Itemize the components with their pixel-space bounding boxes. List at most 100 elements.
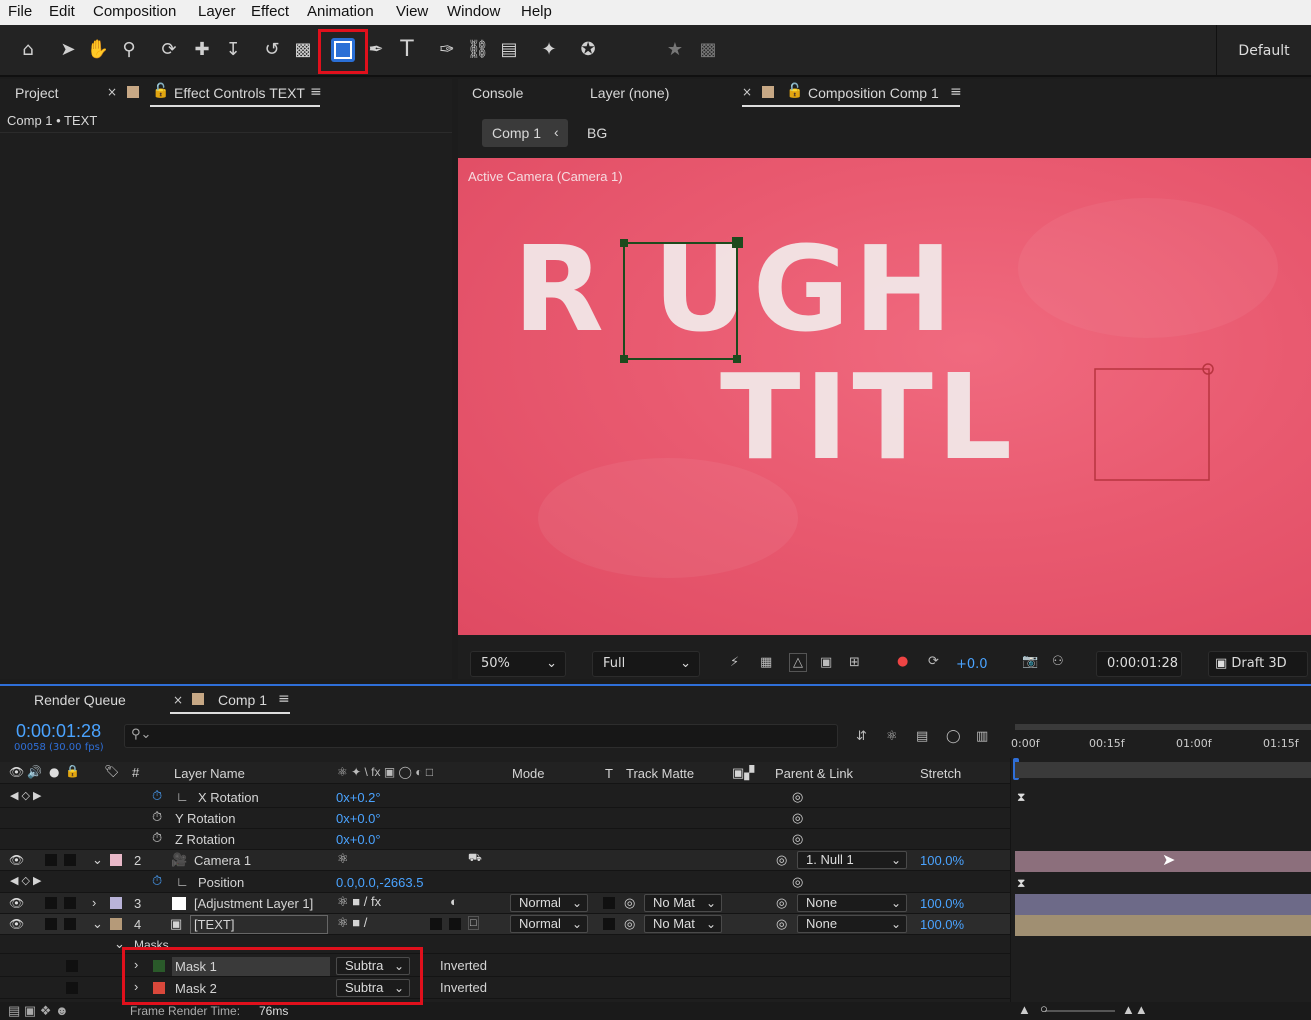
motion-blur-icon[interactable]: ◯ [946, 729, 961, 744]
pickwhip-icon[interactable]: ◎ [624, 916, 635, 932]
stretch-value[interactable]: 100.0% [920, 917, 964, 932]
parent-dropdown[interactable]: 1. Null 1 ⌄ [797, 851, 907, 869]
mask-2-path[interactable] [1094, 368, 1210, 481]
pickwhip-icon[interactable]: ◎ [792, 810, 803, 826]
layer-row-adjustment[interactable]: 👁 › 3 [Adjustment Layer 1] ⚛ ■ / fx ◐ No… [0, 893, 1010, 914]
solo-toggle[interactable] [45, 897, 57, 909]
layer-color-label[interactable] [110, 918, 122, 930]
layer-name[interactable]: [Adjustment Layer 1] [194, 896, 313, 911]
label-icon[interactable]: 🏷 [104, 764, 119, 778]
eye-icon[interactable]: 👁 [9, 917, 24, 931]
mask-vertex[interactable] [732, 237, 743, 248]
work-area-bar[interactable] [1015, 724, 1311, 730]
zoom-slider-handle[interactable]: ○ [1040, 1001, 1048, 1016]
composition-viewer[interactable]: Active Camera (Camera 1) R UGH TITL [458, 158, 1311, 635]
clone-stamp-icon[interactable]: ⛓ [466, 38, 490, 62]
mask-vertex[interactable] [733, 355, 741, 363]
stopwatch-icon[interactable]: ⏱ [152, 873, 162, 889]
keyframe-icon[interactable]: ⧗ [1017, 876, 1025, 891]
layer-bar-text[interactable] [1015, 915, 1311, 936]
zoom-in-icon[interactable]: ▲▲ [1122, 1002, 1148, 1017]
flow-comp-button[interactable]: Comp 1 ‹ [482, 119, 568, 147]
eye-icon[interactable]: 👁 [9, 896, 24, 910]
mask-inverted-checkbox[interactable]: Inverted [440, 980, 487, 995]
anchor-point-icon[interactable]: ▩ [291, 38, 315, 62]
preserve-transparency-toggle[interactable] [603, 918, 615, 930]
orbit-camera-icon[interactable]: ⟳ [157, 38, 181, 62]
lock-icon[interactable]: 🔒 [65, 764, 80, 778]
comp-flowchart-icon[interactable]: ⇵ [856, 729, 867, 744]
footer-toggle-icons[interactable]: ▤ ▣ ❖ ☻ [8, 1003, 69, 1019]
lock-toggle[interactable] [64, 854, 76, 866]
solo-toggle[interactable] [45, 918, 57, 930]
snapshot-icon[interactable]: 📷 [1022, 654, 1038, 669]
pickwhip-icon[interactable]: ◎ [792, 789, 803, 805]
solo-toggle[interactable] [45, 854, 57, 866]
menu-view[interactable]: View [396, 3, 428, 20]
reset-exposure-icon[interactable]: ⟳ [928, 654, 939, 669]
tab-layer[interactable]: Layer (none) [590, 85, 669, 101]
layer-bar-adjustment[interactable] [1015, 894, 1311, 915]
close-icon[interactable]: × [742, 85, 752, 99]
menu-file[interactable]: File [8, 3, 32, 20]
tab-composition[interactable]: Composition Comp 1 [808, 85, 939, 101]
switch-icons[interactable]: ⚛ ■ / [337, 915, 367, 931]
draft-3d-timeline-icon[interactable]: ⚛ [886, 729, 898, 744]
pickwhip-icon[interactable]: ◎ [624, 895, 635, 911]
property-value[interactable]: 0x+0.2° [336, 790, 381, 805]
stopwatch-icon[interactable]: ⏱ [152, 788, 162, 804]
switch-icons[interactable]: ⚛ ■ / fx [337, 894, 381, 910]
keyframe-icon[interactable]: ⧗ [1017, 790, 1025, 805]
eye-icon[interactable]: 👁 [9, 765, 24, 779]
exposure-value[interactable]: +0.0 [956, 657, 988, 672]
parent-dropdown[interactable]: None ⌄ [797, 915, 907, 933]
property-value[interactable]: 0x+0.0° [336, 811, 381, 826]
snapping-icon[interactable]: ▩ [696, 38, 720, 62]
tab-console[interactable]: Console [472, 85, 523, 101]
audio-icon[interactable]: 🔊 [27, 765, 42, 779]
type-tool-icon[interactable]: T [395, 38, 419, 62]
fast-preview-icon[interactable]: ⚡ [730, 655, 739, 670]
adjustment-icon[interactable]: ◐ [450, 894, 458, 909]
tab-project[interactable]: Project [15, 85, 59, 101]
pickwhip-icon[interactable]: ◎ [776, 852, 787, 868]
workspace-default[interactable]: Default [1216, 25, 1311, 75]
lock-toggle[interactable] [66, 960, 78, 972]
layer-row-text[interactable]: 👁 ⌄ 4 ▣ [TEXT] ⚛ ■ / □ Normal ⌄ ◎ No Mat ⌄… [0, 914, 1010, 935]
property-value[interactable]: 0x+0.0° [336, 832, 381, 847]
panel-menu-icon[interactable]: ≡ [278, 691, 290, 707]
pan-camera-icon[interactable]: ✚ [190, 38, 214, 62]
shy-icon[interactable]: ⚛ [337, 851, 349, 867]
pickwhip-icon[interactable]: ◎ [776, 895, 787, 911]
solo-icon[interactable]: ● [49, 765, 59, 779]
search-input[interactable]: ⚲⌄ [124, 724, 838, 748]
color-channel-icon[interactable]: ● [897, 654, 908, 669]
property-value[interactable]: 0.0,0.0,-2663.5 [336, 875, 423, 890]
zoom-icon[interactable]: ⚲ [117, 38, 141, 62]
lock-toggle[interactable] [64, 918, 76, 930]
dolly-camera-icon[interactable]: ↧ [221, 38, 245, 62]
panel-menu-icon[interactable]: ≡ [310, 84, 322, 100]
3d-layer-icon[interactable]: ⛟ [468, 852, 482, 866]
mask-vertex[interactable] [620, 239, 628, 247]
stopwatch-icon[interactable]: ⏱ [152, 830, 162, 846]
layer-name-field[interactable]: [TEXT] [190, 915, 328, 934]
brush-tool-icon[interactable]: ✑ [435, 38, 459, 62]
roto-brush-icon[interactable]: ✦ [537, 38, 561, 62]
menu-window[interactable]: Window [447, 3, 500, 20]
graph-icon[interactable]: ∟ [176, 789, 189, 804]
menu-animation[interactable]: Animation [307, 3, 374, 20]
mode-dropdown[interactable]: Normal ⌄ [510, 915, 588, 933]
mask-paths[interactable] [458, 158, 1311, 635]
switch-toggle[interactable] [430, 918, 442, 930]
lock-toggle[interactable] [66, 982, 78, 994]
current-time[interactable]: 0:00:01:28 [16, 721, 101, 742]
hand-icon[interactable]: ✋ [86, 38, 110, 62]
selection-icon[interactable]: ➤ [56, 38, 80, 62]
menu-layer[interactable]: Layer [198, 3, 236, 20]
tab-render-queue[interactable]: Render Queue [34, 692, 126, 708]
puppet-pin-icon[interactable]: ✪ [576, 38, 600, 62]
viewer-timecode[interactable]: 0:00:01:28 [1096, 651, 1182, 677]
stopwatch-icon[interactable]: ⏱ [152, 809, 162, 825]
graph-editor-icon[interactable]: ▥ [976, 729, 988, 744]
